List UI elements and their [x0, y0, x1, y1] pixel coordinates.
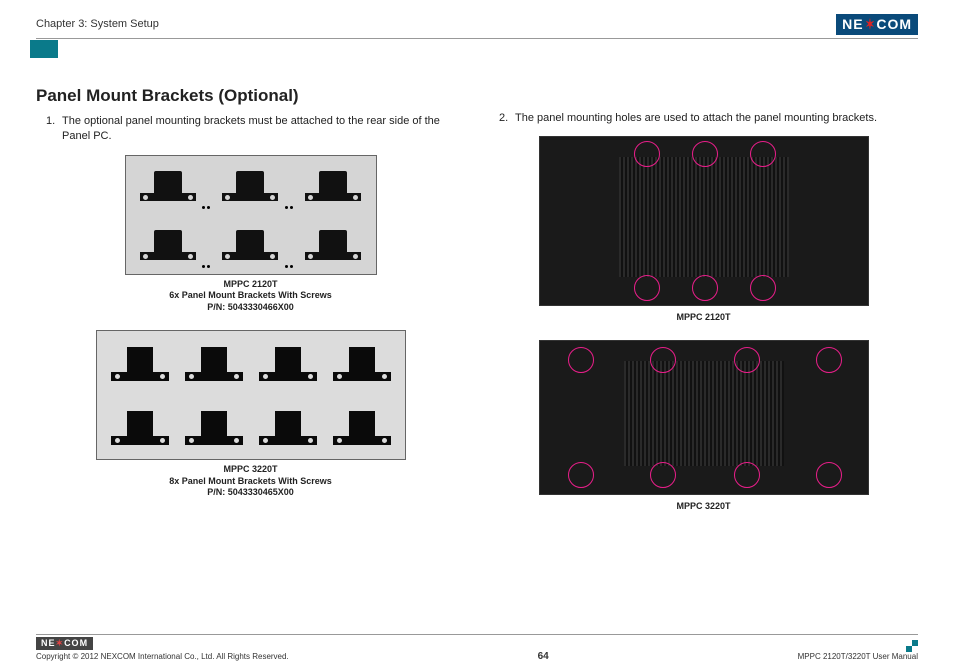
figure-brackets-8: MPPC 3220T 8x Panel Mount Brackets With …: [36, 330, 465, 499]
mount-hole-marker: [634, 141, 660, 167]
caption-line: P/N: 5043330466X00: [36, 302, 465, 314]
step-number: 2.: [499, 111, 515, 126]
caption-line: MPPC 3220T: [36, 464, 465, 476]
step-text: The panel mounting holes are used to att…: [515, 111, 918, 126]
step-2: 2. The panel mounting holes are used to …: [489, 111, 918, 126]
page-number: 64: [538, 651, 549, 662]
caption-line: MPPC 2120T: [36, 279, 465, 291]
heatsink-icon: [624, 361, 784, 466]
heatsink-icon: [619, 157, 789, 277]
figure-panel-2120: MPPC 2120T: [489, 136, 918, 322]
mount-hole-marker: [568, 347, 594, 373]
step-text: The optional panel mounting brackets mus…: [62, 114, 465, 145]
manual-name: MPPC 2120T/3220T User Manual: [798, 652, 918, 661]
caption-line: 6x Panel Mount Brackets With Screws: [36, 290, 465, 302]
copyright-text: Copyright © 2012 NEXCOM International Co…: [36, 652, 289, 661]
bracket-icon: [140, 167, 196, 203]
corner-mark-icon: [906, 640, 918, 652]
step-number: 1.: [46, 114, 62, 145]
step-1: 1. The optional panel mounting brackets …: [36, 114, 465, 145]
caption-2120: MPPC 2120T: [489, 312, 918, 322]
header-divider: [36, 38, 918, 39]
footer-divider: [36, 634, 918, 635]
figure-brackets-6: MPPC 2120T 6x Panel Mount Brackets With …: [36, 155, 465, 314]
bracket-icon: [111, 343, 169, 383]
figure-panel-3220: MPPC 3220T: [489, 340, 918, 511]
chapter-label: Chapter 3: System Setup: [36, 18, 159, 30]
section-title: Panel Mount Brackets (Optional): [36, 86, 465, 106]
caption-line: P/N: 5043330465X00: [36, 487, 465, 499]
footer-logo: NE✶COM: [36, 637, 93, 650]
page-tab-marker: [30, 40, 58, 58]
caption-3220: MPPC 3220T: [489, 501, 918, 511]
nexcom-logo: NE✶COM: [836, 14, 918, 35]
caption-line: 8x Panel Mount Brackets With Screws: [36, 476, 465, 488]
